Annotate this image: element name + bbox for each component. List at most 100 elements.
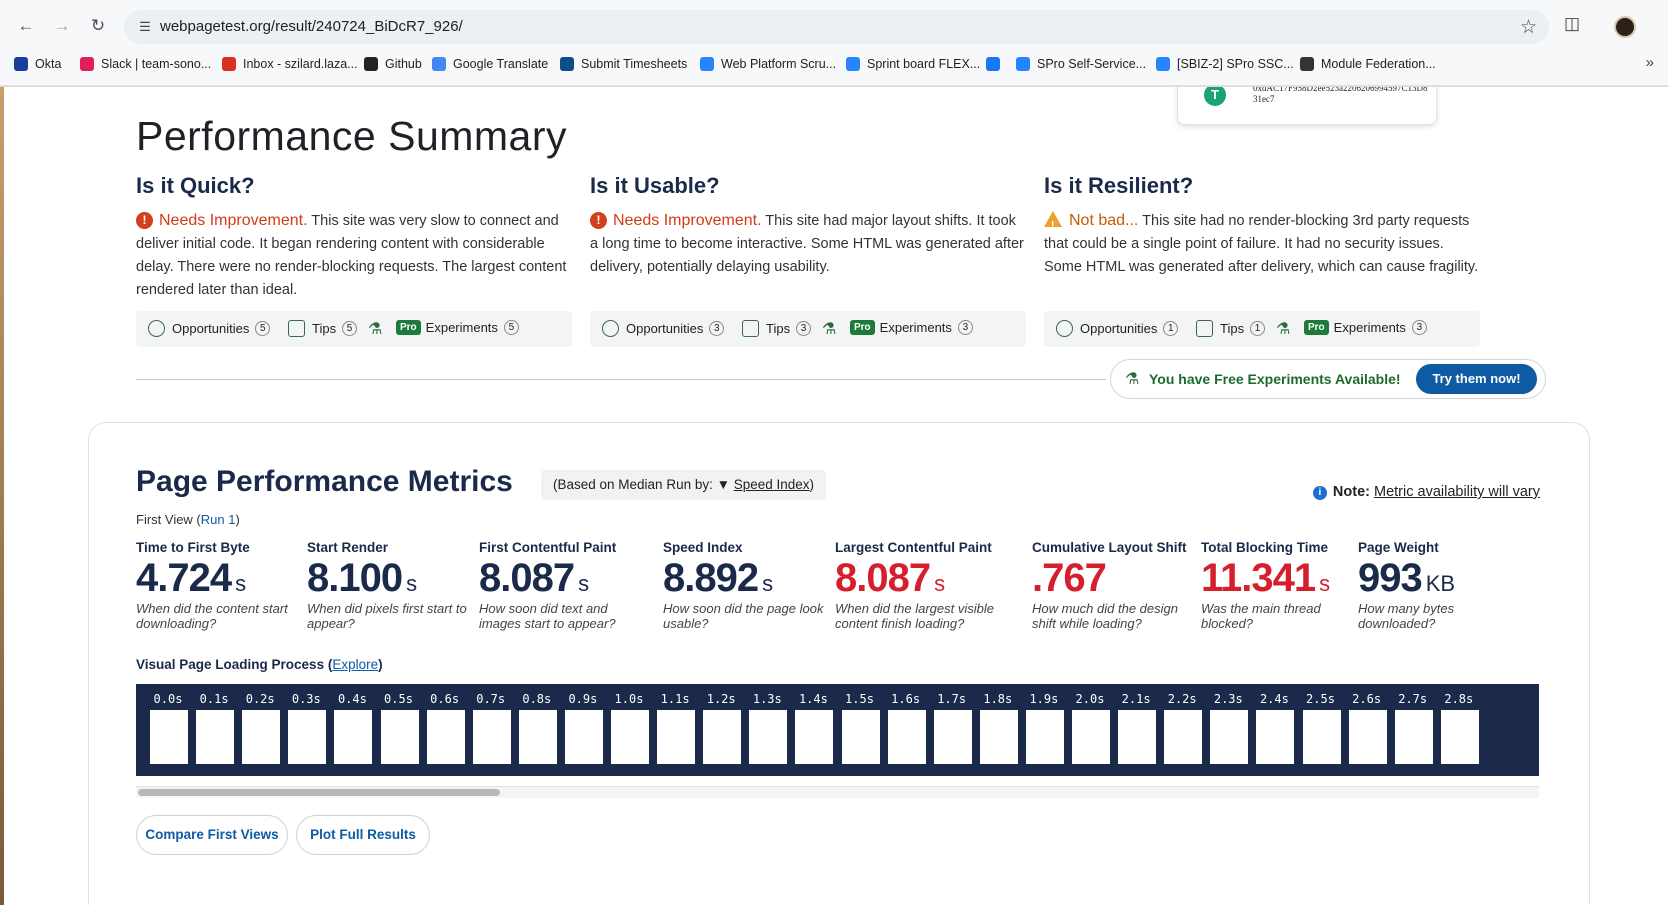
filmstrip-frame[interactable]: 2.1s — [1114, 684, 1158, 776]
filmstrip-frame[interactable]: 1.9s — [1022, 684, 1066, 776]
address-bar[interactable]: ☰ webpagetest.org/result/240724_BiDcR7_9… — [124, 10, 1549, 44]
filmstrip-frame[interactable]: 1.8s — [976, 684, 1020, 776]
metric-item[interactable]: Total Blocking Time 11.341 s Was the main t… — [1201, 540, 1371, 631]
frame-thumbnail — [426, 710, 465, 764]
bookmark-item[interactable]: SPro Self-Service... — [1016, 54, 1146, 74]
filmstrip-frame[interactable]: 0.2s — [238, 684, 282, 776]
filmstrip-frame[interactable]: 0.5s — [377, 684, 421, 776]
filmstrip-frame[interactable]: 1.3s — [745, 684, 789, 776]
metric-item[interactable]: First Contentful Paint 8.087 s How soon did… — [479, 540, 649, 631]
explore-link[interactable]: Explore — [332, 657, 378, 672]
bookmark-item[interactable]: Module Federation... — [1300, 54, 1436, 74]
filmstrip-frame[interactable]: 2.4s — [1252, 684, 1296, 776]
note-text[interactable]: Metric availability will vary — [1374, 484, 1540, 500]
filmstrip-frame[interactable]: 0.8s — [515, 684, 559, 776]
bookmark-item[interactable]: Github — [364, 54, 422, 74]
filmstrip-frame[interactable]: 1.6s — [884, 684, 928, 776]
visual-loading-heading: Visual Page Loading Process (Explore) — [136, 657, 383, 672]
experiments-chip[interactable]: Pro Experiments 3 — [850, 320, 973, 335]
bookmark-item[interactable]: Okta — [14, 54, 61, 74]
filmstrip-frame[interactable]: 2.8s — [1437, 684, 1481, 776]
tips-chip[interactable]: Tips 1 — [1196, 320, 1266, 337]
tips-chip[interactable]: Tips 3 — [742, 320, 812, 337]
scrollbar-thumb[interactable] — [138, 789, 500, 796]
bookmark-label: Sprint board FLEX... — [867, 57, 981, 71]
experiments-chip[interactable]: Pro Experiments 5 — [396, 320, 519, 335]
run-link[interactable]: Run 1 — [201, 512, 236, 527]
filmstrip-frame[interactable]: 0.3s — [284, 684, 328, 776]
filmstrip-frame[interactable]: 1.0s — [607, 684, 651, 776]
opportunities-chip[interactable]: Opportunities 1 — [1056, 320, 1179, 337]
tips-label: Tips — [766, 321, 791, 336]
filmstrip-frame[interactable]: 1.4s — [791, 684, 835, 776]
page-title: Performance Summary — [136, 113, 568, 159]
back-arrow-icon[interactable]: ← — [12, 12, 40, 40]
reload-icon[interactable]: ↻ — [84, 12, 112, 40]
filmstrip-frame[interactable]: 2.0s — [1068, 684, 1112, 776]
bookmark-item[interactable]: Inbox - szilard.laza... — [222, 54, 358, 74]
metric-unit: s — [934, 571, 946, 596]
median-metric-link[interactable]: Speed Index — [734, 477, 810, 492]
bookmark-item[interactable]: Submit Timesheets — [560, 54, 687, 74]
bookmark-item[interactable] — [986, 54, 1007, 74]
metric-item[interactable]: Speed Index 8.892 s How soon did the page l… — [663, 540, 833, 631]
frame-thumbnail — [518, 710, 557, 764]
frame-time: 1.9s — [1029, 692, 1059, 706]
filmstrip-frame[interactable]: 2.2s — [1160, 684, 1204, 776]
filmstrip-frame[interactable]: 2.5s — [1299, 684, 1343, 776]
filmstrip[interactable]: 0.0s 0.1s 0.2s 0.3s 0.4s 0.5s 0.6s 0.7s 0.8s 0.9s… — [136, 684, 1539, 776]
compare-first-views-button[interactable]: Compare First Views — [136, 815, 288, 855]
metric-description: How many bytes downloaded? — [1358, 601, 1455, 631]
experiments-chip[interactable]: Pro Experiments 3 — [1304, 320, 1427, 335]
more-bookmarks-icon[interactable]: » — [1646, 54, 1654, 71]
frame-time: 0.9s — [568, 692, 598, 706]
tips-chip[interactable]: Tips 5 — [288, 320, 358, 337]
bookmark-item[interactable]: Web Platform Scru... — [700, 54, 836, 74]
visual-loading-text: Visual Page Loading Process — [136, 657, 325, 672]
extensions-icon[interactable]: ◫ — [1564, 14, 1580, 34]
summary-chips: Opportunities 3 Tips 3 ⚗ Pro Experiments 3 — [590, 311, 1026, 347]
profile-avatar[interactable] — [1614, 16, 1636, 38]
filmstrip-frame[interactable]: 1.7s — [930, 684, 974, 776]
filmstrip-frame[interactable]: 0.7s — [469, 684, 513, 776]
forward-arrow-icon[interactable]: → — [48, 12, 76, 40]
bookmark-favicon-icon — [1016, 57, 1030, 71]
metric-item[interactable]: Largest Contentful Paint 8.087 s When did t… — [835, 540, 1005, 631]
filmstrip-frame[interactable]: 1.2s — [699, 684, 743, 776]
bookmark-item[interactable]: Slack | team-sono... — [80, 54, 211, 74]
metric-item[interactable]: Start Render 8.100 s When did pixels first … — [307, 540, 477, 631]
metric-item[interactable]: Page Weight 993 KB How many bytes downloade… — [1358, 540, 1528, 631]
flask-icon: ⚗ — [1276, 321, 1291, 338]
filmstrip-frame[interactable]: 0.1s — [192, 684, 236, 776]
filmstrip-scrollbar[interactable] — [136, 786, 1539, 798]
opportunities-chip[interactable]: Opportunities 5 — [148, 320, 271, 337]
opportunities-chip[interactable]: Opportunities 3 — [602, 320, 725, 337]
bookmark-label: Google Translate — [453, 57, 549, 71]
bookmark-item[interactable]: Google Translate — [432, 54, 548, 74]
median-run-selector[interactable]: (Based on Median Run by: ▼ Speed Index) — [541, 470, 827, 500]
tips-icon — [742, 320, 759, 337]
bookmark-item[interactable]: [SBIZ-2] SPro SSC... — [1156, 54, 1294, 74]
filmstrip-frame[interactable]: 2.6s — [1345, 684, 1389, 776]
caret-down-icon[interactable]: ▼ — [713, 477, 734, 492]
filmstrip-frame[interactable]: 0.9s — [561, 684, 605, 776]
filmstrip-frame[interactable]: 0.4s — [330, 684, 374, 776]
metric-item[interactable]: Time to First Byte 4.724 s When did the con… — [136, 540, 306, 631]
filmstrip-frame[interactable]: 2.3s — [1206, 684, 1250, 776]
metric-item[interactable]: Cumulative Layout Shift .767 How much did … — [1032, 540, 1202, 631]
filmstrip-frame[interactable]: 1.1s — [653, 684, 697, 776]
filmstrip-frame[interactable]: 2.7s — [1391, 684, 1435, 776]
filmstrip-frame[interactable]: 0.0s — [146, 684, 190, 776]
bookmark-item[interactable]: Sprint board FLEX... — [846, 54, 980, 74]
frame-thumbnail — [1348, 710, 1387, 764]
filmstrip-frame[interactable]: 0.6s — [423, 684, 467, 776]
sponsor-banner[interactable]: T 0xdAC17F958D2ee523a2206206994597C13D83… — [1177, 87, 1437, 125]
bookmark-label: Submit Timesheets — [581, 57, 688, 71]
plot-full-results-button[interactable]: Plot Full Results — [296, 815, 430, 855]
try-experiments-button[interactable]: Try them now! — [1416, 364, 1537, 394]
metric-unit: s — [235, 571, 247, 596]
site-settings-icon[interactable]: ☰ — [136, 18, 154, 36]
metric-unit: KB — [1425, 571, 1456, 596]
bookmark-star-icon[interactable]: ☆ — [1520, 16, 1537, 39]
filmstrip-frame[interactable]: 1.5s — [838, 684, 882, 776]
